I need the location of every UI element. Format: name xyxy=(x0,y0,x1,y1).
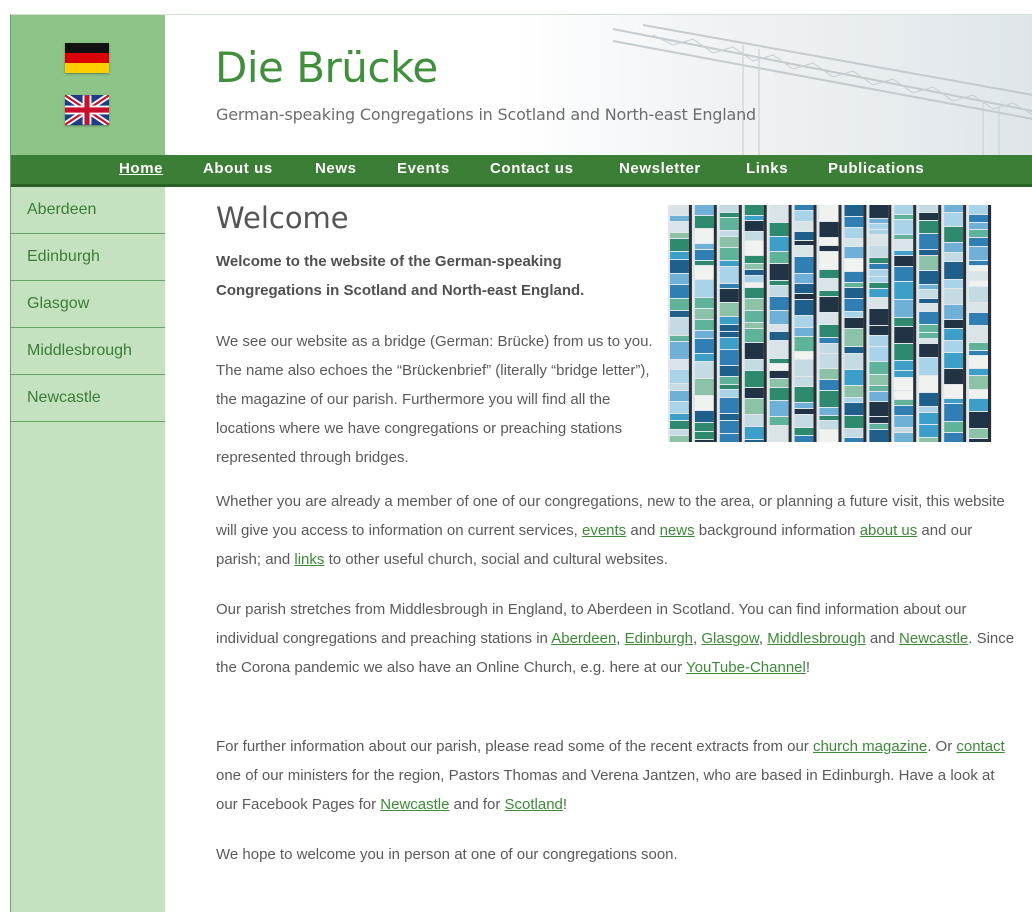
link-news[interactable]: news xyxy=(660,522,695,539)
page-title: Welcome xyxy=(216,201,349,235)
nav-publications[interactable]: Publications xyxy=(828,160,924,177)
nav-home[interactable]: Home xyxy=(119,160,163,177)
bridge-banner-image xyxy=(513,15,1032,155)
link-church-magazine[interactable]: church magazine xyxy=(813,738,927,755)
p4-text-1: For further information about our parish… xyxy=(216,738,813,755)
sidebar: Aberdeen Edinburgh Glasgow Middlesbrough… xyxy=(11,187,165,912)
link-edinburgh[interactable]: Edinburgh xyxy=(625,630,693,647)
link-youtube-channel[interactable]: YouTube-Channel xyxy=(686,659,806,676)
paragraph-further-info: For further information about our parish… xyxy=(216,732,1016,819)
paragraph-closing: We hope to welcome you in person at one … xyxy=(216,846,678,863)
link-glasgow[interactable]: Glasgow xyxy=(701,630,759,647)
p4-text-3: one of our ministers for the region, Pas… xyxy=(216,767,995,813)
nav-newsletter[interactable]: Newsletter xyxy=(619,160,701,177)
language-switcher xyxy=(11,15,165,155)
link-links[interactable]: links xyxy=(294,551,324,568)
sidebar-item-aberdeen[interactable]: Aberdeen xyxy=(11,187,165,234)
intro-text: Welcome to the website of the German-spe… xyxy=(216,253,585,299)
sidebar-item-middlesbrough[interactable]: Middlesbrough xyxy=(11,328,165,375)
p3-text-2: , xyxy=(616,630,625,647)
nav-links[interactable]: Links xyxy=(746,160,788,177)
p2-text-5: to other useful church, social and cultu… xyxy=(324,551,668,568)
page-frame: Die Brücke German-speaking Congregations… xyxy=(10,14,1032,912)
link-newcastle[interactable]: Newcastle xyxy=(899,630,968,647)
site-title[interactable]: Die Brücke xyxy=(215,43,438,92)
paragraph-parish: Our parish stretches from Middlesbrough … xyxy=(216,595,1016,682)
link-contact[interactable]: contact xyxy=(956,738,1004,755)
link-middlesbrough[interactable]: Middlesbrough xyxy=(767,630,865,647)
p3-text-4: , xyxy=(758,630,768,647)
nav-news[interactable]: News xyxy=(315,160,357,177)
uk-flag-graphic xyxy=(65,95,109,125)
nav-events[interactable]: Events xyxy=(397,160,450,177)
paragraph-bridge: We see our website as a bridge (German: … xyxy=(216,333,653,466)
sidebar-item-newcastle[interactable]: Newcastle xyxy=(11,375,165,422)
p3-text-7: ! xyxy=(805,659,811,676)
link-facebook-newcastle[interactable]: Newcastle xyxy=(380,796,449,813)
nav-about-us[interactable]: About us xyxy=(203,160,273,177)
german-flag-icon[interactable] xyxy=(65,43,109,73)
site-subtitle: German-speaking Congregations in Scotlan… xyxy=(216,105,756,124)
p4-text-2: . Or xyxy=(927,738,957,755)
p3-text-5: and xyxy=(865,630,900,647)
p4-text-4: and for xyxy=(449,796,505,813)
link-facebook-scotland[interactable]: Scotland xyxy=(505,796,563,813)
link-events[interactable]: events xyxy=(582,522,626,539)
main-nav: Home About us News Events Contact us New… xyxy=(11,155,1032,187)
sidebar-item-edinburgh[interactable]: Edinburgh xyxy=(11,234,165,281)
site-header: Die Brücke German-speaking Congregations… xyxy=(11,15,1032,155)
paragraph-services: Whether you are already a member of one … xyxy=(216,487,1016,574)
link-aberdeen[interactable]: Aberdeen xyxy=(551,630,616,647)
stained-glass-graphic xyxy=(668,205,992,442)
p4-text-5: ! xyxy=(562,796,568,813)
sidebar-item-glasgow[interactable]: Glasgow xyxy=(11,281,165,328)
p2-text-2: and xyxy=(626,522,660,539)
p2-text-3: background information xyxy=(694,522,860,539)
uk-flag-icon[interactable] xyxy=(65,95,109,125)
stained-glass-image xyxy=(668,205,992,442)
nav-contact-us[interactable]: Contact us xyxy=(490,160,574,177)
link-about-us[interactable]: about us xyxy=(860,522,918,539)
